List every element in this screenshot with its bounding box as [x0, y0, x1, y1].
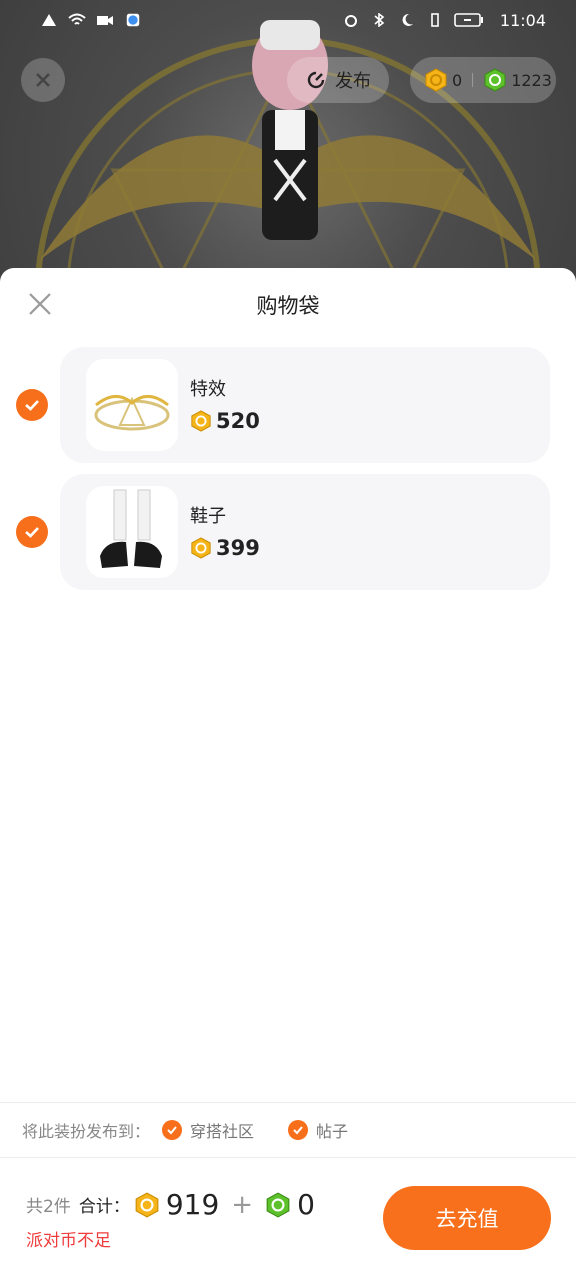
avatar-character [252, 20, 328, 240]
video-icon [97, 16, 113, 25]
close-icon [36, 73, 50, 87]
status-time: 11:04 [499, 10, 546, 30]
gold-total: 919 [165, 1188, 220, 1221]
checkbox-checked-icon [288, 1120, 309, 1140]
recharge-button[interactable]: 去充值 [383, 1186, 551, 1250]
sheet-title: 购物袋 [256, 294, 320, 318]
currency-balance[interactable]: 0 1223 [410, 57, 556, 103]
vibrate-icon [431, 13, 439, 27]
effect-thumbnail-image [94, 395, 170, 431]
publish-icon [307, 71, 325, 89]
currency-separator [472, 73, 474, 87]
item-name: 鞋子 [190, 506, 226, 527]
item-checkbox[interactable] [16, 516, 48, 548]
total-summary: 共2件 合计： 919 + 0 [26, 1188, 315, 1221]
app-notification-icon [126, 13, 140, 27]
status-bar: 11:04 [0, 0, 576, 40]
item-card[interactable]: 特效 520 [60, 347, 550, 463]
total-label: 合计： [78, 1197, 130, 1217]
publish-label: 发布 [335, 71, 371, 92]
battery-icon [454, 13, 483, 27]
item-thumbnail [86, 359, 178, 451]
cart-item: 鞋子 399 [0, 474, 576, 590]
item-price: 520 [190, 409, 260, 433]
checkmark-icon [25, 400, 39, 411]
publish-option-label: 穿搭社区 [190, 1122, 255, 1141]
item-thumbnail [86, 486, 178, 578]
item-checkbox[interactable] [16, 389, 48, 421]
publish-option-community[interactable]: 穿搭社区 [162, 1118, 254, 1142]
green-balance: 1223 [511, 70, 552, 90]
item-name: 特效 [190, 379, 226, 400]
gold-coin-icon [191, 537, 211, 559]
item-count: 共2件 [26, 1197, 71, 1217]
avatar-preview-scene: 11:04 发布 0 1223 [0, 0, 576, 300]
shoes-thumbnail-image [100, 489, 162, 568]
checkmark-icon [25, 527, 39, 538]
checkbox-checked-icon [162, 1120, 183, 1140]
gold-coin-icon [191, 410, 211, 432]
green-coin-icon [266, 1191, 290, 1218]
notification-alert-icon [42, 14, 56, 26]
bluetooth-icon [374, 13, 385, 27]
green-total: 0 [297, 1188, 315, 1221]
insufficient-balance-warning: 派对币不足 [26, 1231, 111, 1251]
divider [0, 1102, 576, 1103]
item-price: 399 [190, 536, 260, 560]
green-coin-icon [484, 68, 506, 92]
gold-coin-icon [425, 68, 447, 92]
close-preview-button[interactable] [21, 58, 65, 102]
wifi-icon [68, 13, 86, 25]
cart-item: 特效 520 [0, 347, 576, 463]
plus-sign: + [231, 1189, 254, 1220]
publish-button[interactable]: 发布 [287, 57, 389, 103]
alarm-icon [344, 15, 357, 27]
checkout-footer: 共2件 合计： 919 + 0 派对币不足 去充值 [0, 1158, 576, 1280]
item-price-value: 399 [216, 536, 260, 560]
do-not-disturb-icon [402, 13, 413, 26]
gold-balance: 0 [452, 70, 463, 90]
publish-option-label: 帖子 [316, 1122, 349, 1141]
publish-targets: 将此装扮发布到： 穿搭社区 帖子 [22, 1118, 348, 1142]
item-price-value: 520 [216, 409, 260, 433]
item-card[interactable]: 鞋子 399 [60, 474, 550, 590]
gold-coin-icon [135, 1191, 159, 1218]
publish-to-label: 将此装扮发布到： [22, 1122, 151, 1141]
publish-option-post[interactable]: 帖子 [288, 1118, 348, 1142]
